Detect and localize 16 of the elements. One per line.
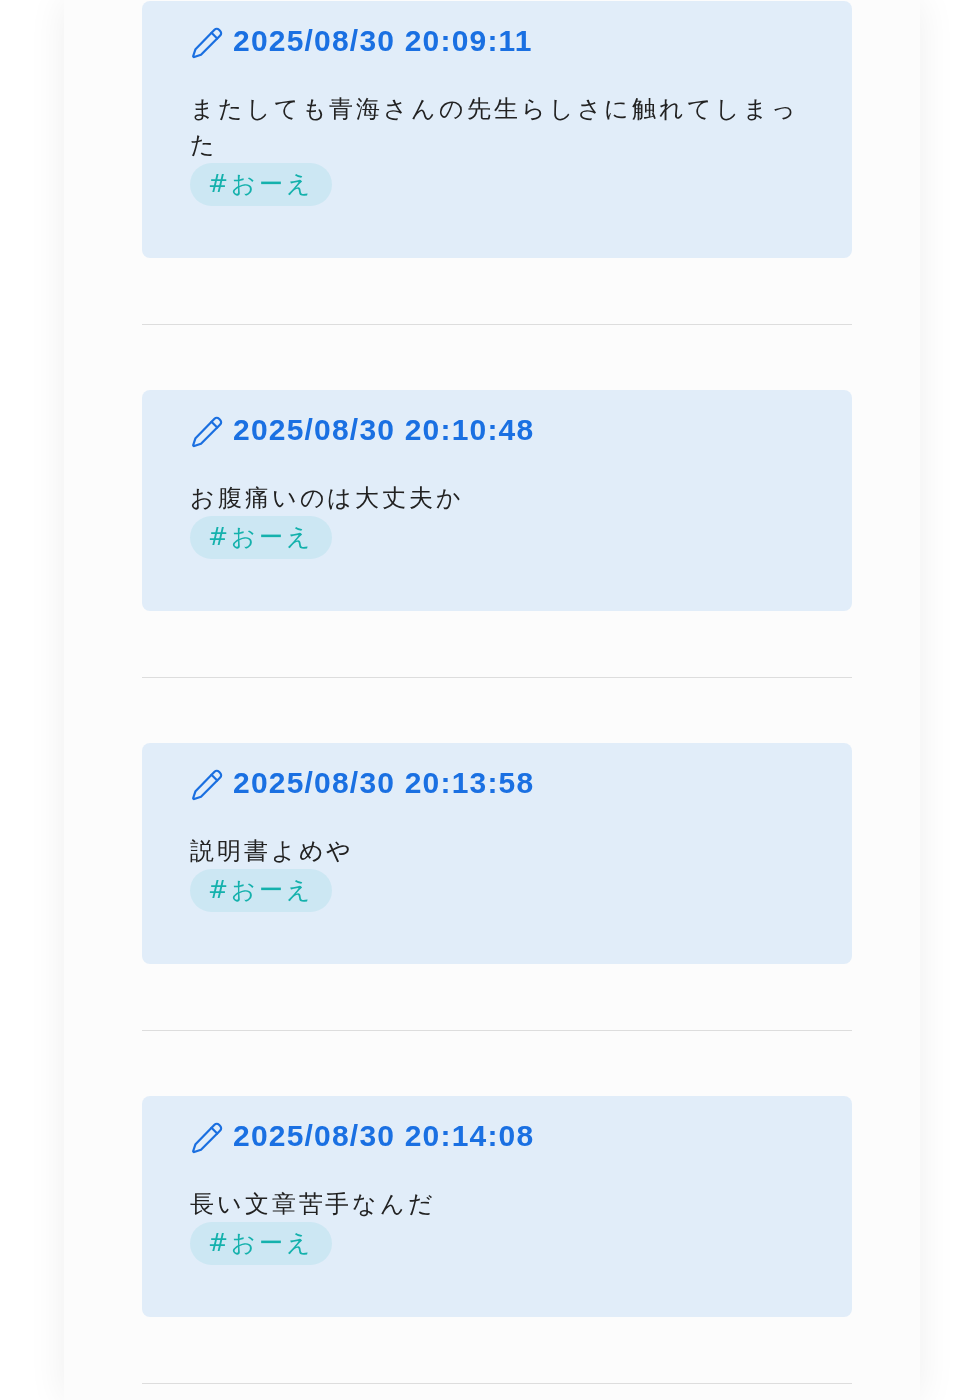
post-timestamp: 2025/08/30 20:13:58: [233, 765, 535, 801]
post-text: 説明書よめや: [190, 836, 356, 867]
post-text: 長い文章苦手なんだ: [190, 1189, 438, 1220]
post-text: お腹痛いのは大丈夫か: [190, 483, 465, 514]
post-text: またしても青海さんの先生らしさに触れてしまった: [190, 94, 800, 161]
pencil-icon: [191, 27, 223, 59]
hashtag-chip[interactable]: #おーえ: [190, 1222, 332, 1265]
hashtag-chip[interactable]: #おーえ: [190, 869, 332, 912]
post-timestamp: 2025/08/30 20:14:08: [233, 1118, 535, 1154]
pencil-icon: [191, 1122, 223, 1154]
pencil-icon: [191, 416, 223, 448]
hashtag-chip[interactable]: #おーえ: [190, 163, 332, 206]
post-timestamp: 2025/08/30 20:10:48: [233, 412, 535, 448]
post-timestamp: 2025/08/30 20:09:11: [233, 23, 533, 59]
pencil-icon: [191, 769, 223, 801]
hashtag-chip[interactable]: #おーえ: [190, 516, 332, 559]
